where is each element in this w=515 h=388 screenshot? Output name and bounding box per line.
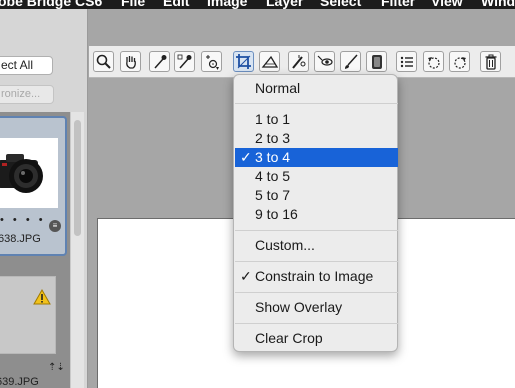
brush-icon — [345, 54, 358, 69]
menu-item-normal[interactable]: Normal — [235, 79, 398, 98]
menu-layer[interactable]: Layer — [266, 0, 303, 9]
color-sampler-icon — [177, 54, 192, 69]
list-icon — [400, 56, 413, 68]
spot-removal-tool-button[interactable] — [288, 51, 309, 72]
menu-item-2-to-3[interactable]: 2 to 3 — [235, 129, 398, 148]
red-eye-icon — [317, 55, 333, 66]
menu-item-9-to-16[interactable]: 9 to 16 — [235, 205, 398, 224]
crop-ratio-menu: Normal 1 to 1 2 to 3 ✓ 3 to 4 4 to 5 5 to… — [233, 74, 398, 352]
filmstrip-scrollbar[interactable] — [70, 112, 84, 388]
crop-tool-button[interactable] — [233, 51, 254, 72]
thumbnail-card[interactable]: ⇡⇣ 639.JPG — [0, 268, 67, 388]
rotate-right-icon — [454, 57, 466, 69]
menu-separator — [235, 261, 398, 262]
hand-tool-button[interactable] — [120, 51, 141, 72]
svg-text:▾: ▾ — [216, 65, 219, 71]
menu-filter[interactable]: Filter — [381, 0, 415, 9]
scrollbar-thumb[interactable] — [74, 120, 81, 236]
thumbnail-filename: 639.JPG — [0, 376, 39, 388]
placeholder-thumbnail — [0, 276, 56, 354]
menu-separator — [235, 230, 398, 231]
magnifier-icon — [96, 54, 111, 69]
thumbnail-adjust-icon[interactable]: ⇡⇣ — [48, 362, 65, 373]
menu-edit[interactable]: Edit — [163, 0, 189, 9]
select-all-button[interactable]: ect All — [0, 56, 53, 75]
target-adjustment-tool-button[interactable]: ▾ — [201, 51, 222, 72]
preferences-button[interactable] — [396, 51, 417, 72]
delete-button[interactable] — [480, 51, 501, 72]
trash-icon — [485, 54, 497, 70]
menu-item-5-to-7[interactable]: 5 to 7 — [235, 186, 398, 205]
thumbnail-menu-icon[interactable]: ≡ — [49, 220, 61, 232]
menu-item-show-overlay[interactable]: Show Overlay — [235, 298, 398, 317]
red-eye-tool-button[interactable] — [314, 51, 335, 72]
checkmark-icon: ✓ — [240, 149, 252, 165]
menu-file[interactable]: File — [121, 0, 145, 9]
graduated-filter-tool-button[interactable] — [366, 51, 387, 72]
color-sampler-tool-button[interactable] — [174, 51, 195, 72]
straighten-icon — [261, 55, 279, 68]
warning-icon — [33, 289, 51, 305]
menu-item-4-to-5[interactable]: 4 to 5 — [235, 167, 398, 186]
rotate-right-button[interactable] — [449, 51, 470, 72]
menu-item-clear-crop[interactable]: Clear Crop — [235, 329, 398, 348]
menu-separator — [235, 323, 398, 324]
crop-icon — [236, 54, 251, 69]
graduated-filter-icon — [372, 55, 382, 69]
menu-separator — [235, 103, 398, 104]
menu-window[interactable]: Windo — [481, 0, 515, 9]
menu-separator — [235, 292, 398, 293]
zoom-tool-button[interactable] — [93, 51, 114, 72]
straighten-tool-button[interactable] — [259, 51, 280, 72]
app-menubar: obe Bridge CS6 File Edit Image Layer Sel… — [0, 0, 515, 9]
camera-thumbnail — [0, 138, 58, 208]
menu-item-1-to-1[interactable]: 1 to 1 — [235, 110, 398, 129]
thumbnail-card-selected[interactable]: • • • • ≡ 638.JPG — [0, 116, 67, 256]
synchronize-button: ronize... — [0, 85, 54, 104]
menu-image[interactable]: Image — [207, 0, 247, 9]
menu-item-constrain-to-image[interactable]: ✓ Constrain to Image — [235, 267, 398, 286]
menu-item-3-to-4[interactable]: ✓ 3 to 4 — [235, 148, 398, 167]
thumbnail-filename: 638.JPG — [0, 233, 41, 245]
target-adjustment-icon: ▾ — [206, 55, 219, 71]
menu-item-custom[interactable]: Custom... — [235, 236, 398, 255]
menu-view[interactable]: View — [431, 0, 463, 9]
menu-app-name[interactable]: obe Bridge CS6 — [0, 0, 102, 9]
rotate-left-icon — [428, 57, 440, 69]
eyedropper-tool-button[interactable] — [149, 51, 170, 72]
rating-dots[interactable]: • • • • — [0, 214, 46, 226]
checkmark-icon: ✓ — [240, 268, 252, 284]
eyedropper-icon — [154, 55, 167, 69]
rotate-left-button[interactable] — [423, 51, 444, 72]
menu-select[interactable]: Select — [320, 0, 361, 9]
hand-icon — [126, 56, 136, 69]
adjustment-brush-tool-button[interactable] — [340, 51, 361, 72]
spot-removal-icon — [292, 55, 306, 69]
